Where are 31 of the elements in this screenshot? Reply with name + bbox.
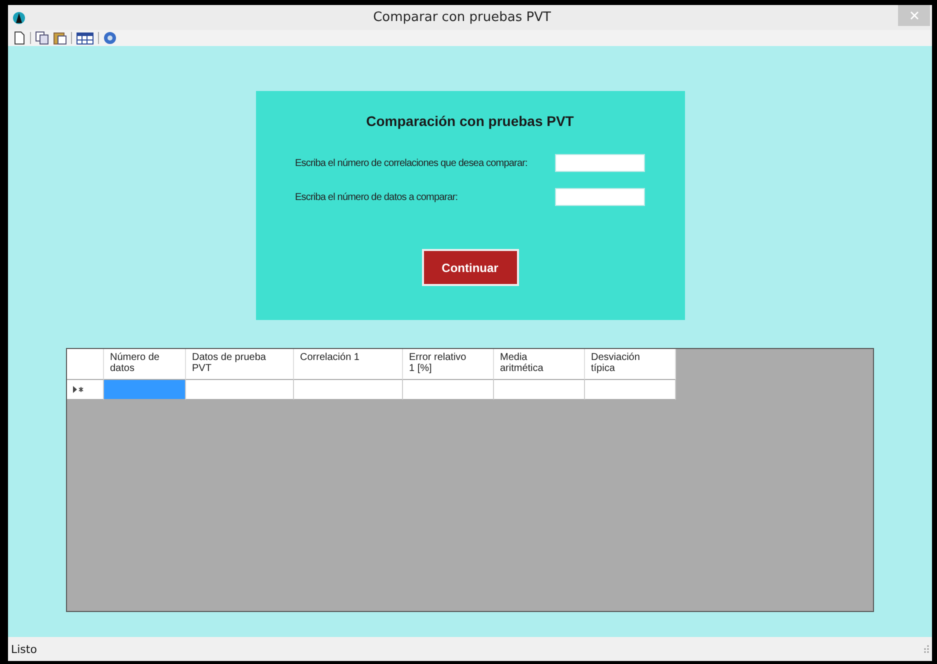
- table-cell[interactable]: [585, 380, 676, 400]
- copy-icon[interactable]: [35, 31, 49, 45]
- help-icon[interactable]: [103, 31, 117, 45]
- table-cell[interactable]: [294, 380, 403, 400]
- resize-grip-icon[interactable]: [923, 645, 929, 653]
- window-title: Comparar con pruebas PVT: [372, 10, 552, 25]
- column-header[interactable]: Número de datos: [104, 349, 186, 380]
- form-heading: Comparación con pruebas PVT: [366, 113, 574, 129]
- column-header[interactable]: Correlación 1: [294, 349, 403, 380]
- table-cell[interactable]: [186, 380, 294, 400]
- input-field[interactable]: [555, 154, 645, 172]
- table-cell[interactable]: [104, 380, 186, 400]
- row-header[interactable]: [67, 380, 104, 400]
- table-cell[interactable]: [403, 380, 494, 400]
- app-icon: [12, 10, 26, 24]
- new-document-icon[interactable]: [12, 31, 26, 45]
- continue-button[interactable]: Continuar: [422, 249, 518, 286]
- field-label: Escriba el número de datos a comparar:: [295, 192, 458, 202]
- input-field[interactable]: [555, 188, 645, 206]
- column-header[interactable]: Datos de prueba PVT: [186, 349, 294, 380]
- column-header[interactable]: Error relativo 1 [%]: [403, 349, 494, 380]
- table-icon[interactable]: [76, 31, 94, 45]
- close-button[interactable]: [898, 5, 930, 26]
- status-text: Listo: [11, 642, 37, 656]
- close-icon: [910, 11, 918, 20]
- paste-icon[interactable]: [53, 31, 67, 45]
- column-header[interactable]: Media aritmética: [494, 349, 585, 380]
- field-label: Escriba el número de correlaciones que desea comparar:: [295, 158, 528, 168]
- corner-header: [67, 349, 104, 380]
- column-header[interactable]: Desviación típica: [585, 349, 676, 380]
- table-cell[interactable]: [494, 380, 585, 400]
